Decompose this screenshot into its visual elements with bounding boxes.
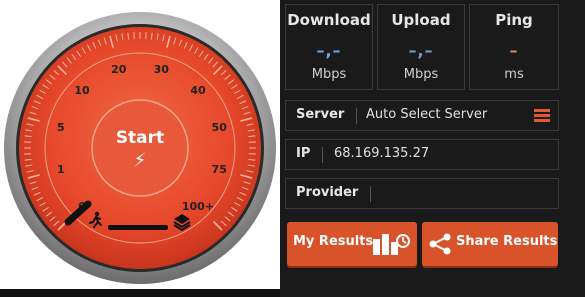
- speed-gauge-panel: 015102030405075100+ Start ⚡: [0, 0, 280, 297]
- ping-unit: ms: [504, 67, 524, 82]
- share-results-button[interactable]: Share Results: [422, 222, 558, 266]
- gauge-tick-label: 20: [111, 63, 127, 76]
- provider-label: Provider: [296, 185, 359, 200]
- download-title: Download: [287, 11, 371, 29]
- server-row[interactable]: Server Auto Select Server: [285, 100, 559, 131]
- lightning-bolt-icon: ⚡: [133, 150, 147, 171]
- gauge-tick-label: 10: [74, 84, 90, 97]
- provider-separator: [370, 186, 371, 202]
- start-button[interactable]: Start ⚡: [92, 100, 188, 196]
- ip-separator: [322, 147, 323, 163]
- start-label: Start: [115, 128, 165, 148]
- gauge-tick-label: 100+: [182, 200, 214, 213]
- ping-value: –: [509, 41, 519, 60]
- my-results-button[interactable]: My Results: [287, 222, 417, 266]
- results-history-icon: [373, 234, 410, 255]
- upload-metric: Upload –,– Mbps: [377, 4, 465, 90]
- download-unit: Mbps: [311, 67, 347, 82]
- gauge-tick-label: 30: [154, 63, 170, 76]
- ping-title: Ping: [495, 11, 533, 29]
- server-label: Server: [296, 107, 345, 122]
- gauge-tick-label: 40: [190, 84, 206, 97]
- download-metric: Download –,– Mbps: [285, 4, 373, 90]
- ping-metric: Ping – ms: [469, 4, 559, 90]
- ip-label: IP: [296, 146, 311, 161]
- share-icon: [429, 233, 451, 255]
- download-value: –,–: [316, 41, 342, 60]
- progress-track: [108, 225, 168, 230]
- upload-value: –,–: [408, 41, 434, 60]
- hamburger-menu-icon[interactable]: [534, 109, 550, 123]
- gauge-tick-label: 1: [57, 163, 65, 176]
- results-panel: Download –,– Mbps Upload –,– Mbps Ping –…: [280, 0, 585, 297]
- bottom-strip: [0, 289, 280, 297]
- provider-row: Provider: [285, 178, 559, 209]
- upload-unit: Mbps: [403, 67, 439, 82]
- my-results-label: My Results: [293, 234, 374, 249]
- gauge-tick-label: 75: [212, 163, 227, 176]
- upload-title: Upload: [391, 11, 451, 29]
- share-results-label: Share Results: [456, 234, 558, 249]
- server-separator: [356, 108, 357, 124]
- ip-value: 68.169.135.27: [334, 146, 430, 161]
- ip-row: IP 68.169.135.27: [285, 139, 559, 170]
- gauge-tick-label: 5: [57, 121, 65, 134]
- gauge-tick-label: 50: [212, 121, 228, 134]
- server-value: Auto Select Server: [366, 107, 488, 122]
